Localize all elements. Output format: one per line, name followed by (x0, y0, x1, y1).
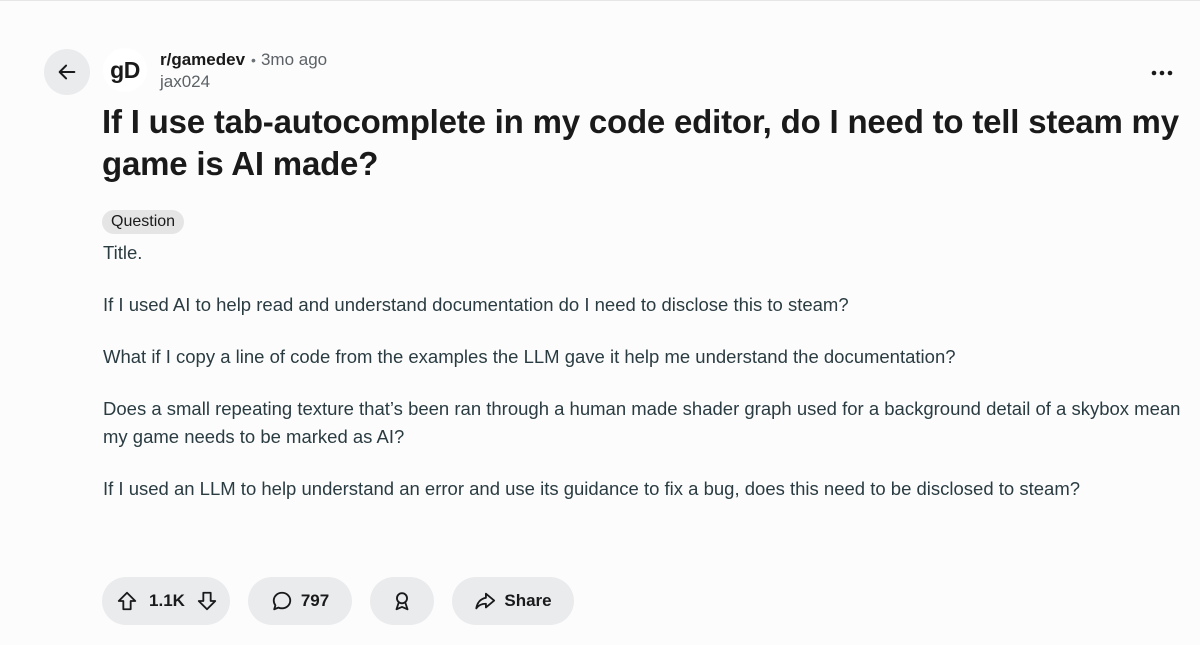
meta-separator: • (251, 52, 256, 68)
post-actions: 1.1K 797 Share (102, 577, 574, 625)
body-paragraph: Does a small repeating texture that’s be… (103, 398, 1181, 447)
vote-count: 1.1K (149, 591, 185, 610)
subreddit-avatar[interactable]: gD (103, 48, 147, 92)
body-paragraph: If I used AI to help read and understand… (103, 294, 849, 315)
share-arrow-icon (475, 592, 496, 610)
avatar-text: gD (110, 56, 140, 83)
subreddit-link[interactable]: r/gamedev (160, 49, 245, 71)
comment-count: 797 (300, 591, 330, 610)
downvote-arrow-icon (197, 591, 217, 611)
post-title: If I use tab-autocomplete in my code edi… (102, 103, 1179, 182)
post-timestamp: 3mo ago (260, 50, 328, 69)
post-body: Title. If I used AI to help read and und… (103, 239, 1183, 527)
post-meta: r/gamedev • 3mo ago jax024 (160, 49, 327, 93)
post-page: gD r/gamedev • 3mo ago jax024 If I use t… (0, 0, 1200, 645)
share-button[interactable]: Share (452, 577, 574, 625)
upvote-arrow-icon (117, 591, 137, 611)
downvote-button[interactable] (194, 588, 220, 614)
arrow-left-icon (58, 64, 76, 80)
more-options-icon (1151, 70, 1173, 76)
post-flair[interactable]: Question (102, 210, 185, 234)
award-icon (395, 592, 409, 611)
body-paragraph: What if I copy a line of code from the e… (103, 346, 956, 367)
author-link[interactable]: jax024 (160, 71, 327, 93)
comments-button[interactable]: 797 (248, 577, 352, 625)
comment-bubble-icon (272, 591, 291, 611)
award-button[interactable] (370, 577, 434, 625)
upvote-button[interactable] (114, 588, 140, 614)
vote-control: 1.1K (102, 577, 230, 625)
body-paragraph: If I used an LLM to help understand an e… (103, 478, 1081, 499)
back-button[interactable] (44, 49, 90, 95)
more-options-button[interactable] (1142, 59, 1182, 87)
share-label: Share (504, 591, 552, 610)
body-paragraph: Title. (103, 242, 143, 263)
